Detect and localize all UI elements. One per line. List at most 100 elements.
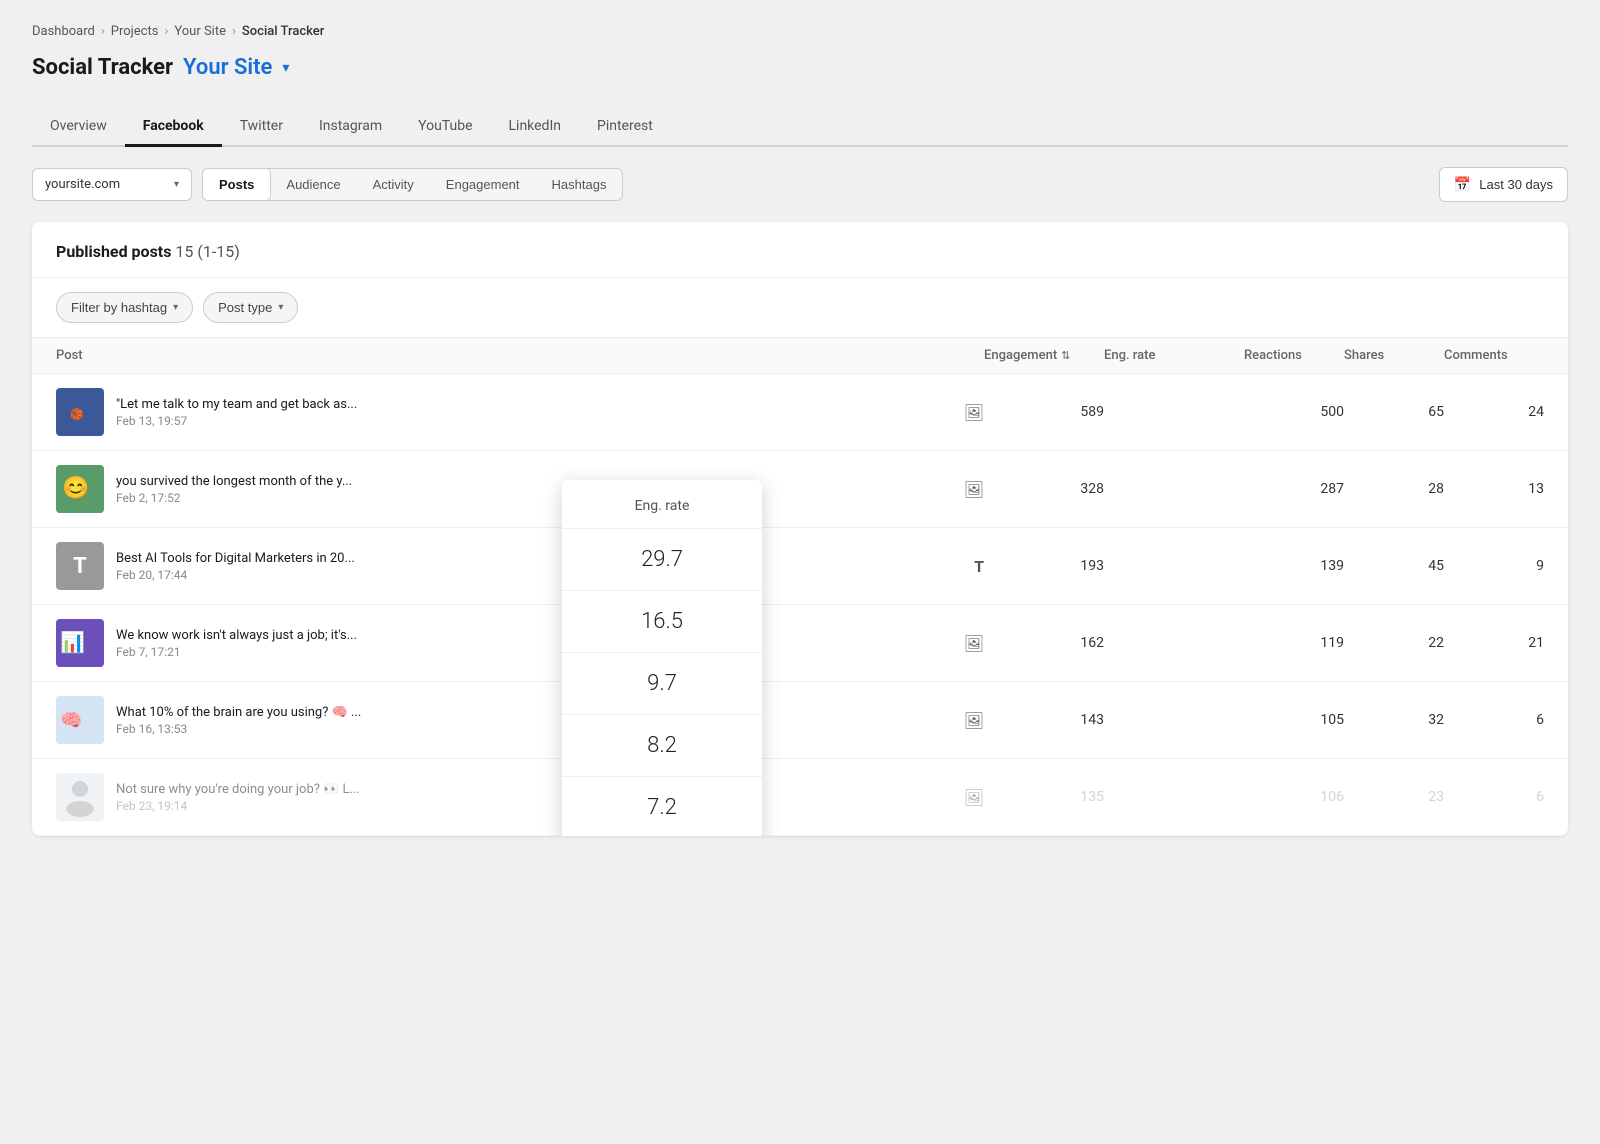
page-title: Social Tracker <box>32 55 173 80</box>
post-count: 15 (1-15) <box>175 242 239 261</box>
shares-2: 28 <box>1344 481 1444 497</box>
tab-linkedin[interactable]: LinkedIn <box>491 108 580 147</box>
reactions-6: 106 <box>1244 789 1344 805</box>
subtab-engagement[interactable]: Engagement <box>430 169 536 200</box>
toolbar: yoursite.com ▾ Posts Audience Activity E… <box>32 167 1568 202</box>
hashtag-filter-button[interactable]: Filter by hashtag ▾ <box>56 292 193 323</box>
breadcrumb-projects[interactable]: Projects <box>111 24 159 39</box>
shares-3: 45 <box>1344 558 1444 574</box>
post-date-6: Feb 23, 19:14 <box>116 799 952 813</box>
post-cell-6[interactable]: Not sure why you're doing your job? 👀 L.… <box>56 773 984 821</box>
tab-instagram[interactable]: Instagram <box>301 108 400 147</box>
hashtag-filter-label: Filter by hashtag <box>71 300 167 315</box>
post-type-icon-5: 🖼 <box>964 711 984 730</box>
breadcrumb-dashboard[interactable]: Dashboard <box>32 24 95 39</box>
tab-pinterest[interactable]: Pinterest <box>579 108 671 147</box>
post-cell-1[interactable]: 🏀 "Let me talk to my team and get back a… <box>56 388 984 436</box>
svg-text:🏀: 🏀 <box>70 407 84 422</box>
site-select-value: yoursite.com <box>45 177 166 192</box>
comments-4: 21 <box>1444 635 1544 651</box>
breadcrumb: Dashboard › Projects › Your Site › Socia… <box>32 24 1568 39</box>
subtab-activity[interactable]: Activity <box>357 169 430 200</box>
post-cell-4[interactable]: 📊 We know work isn't always just a job; … <box>56 619 984 667</box>
table-header: Post Engagement ⇅ Eng. rate Reactions Sh… <box>32 338 1568 374</box>
post-date-4: Feb 7, 17:21 <box>116 645 952 659</box>
site-select-dropdown[interactable]: yoursite.com ▾ <box>32 168 192 201</box>
post-cell-2[interactable]: 😊 you survived the longest month of the … <box>56 465 984 513</box>
post-type-filter-label: Post type <box>218 300 272 315</box>
comments-2: 13 <box>1444 481 1544 497</box>
post-type-filter-arrow-icon: ▾ <box>278 302 283 313</box>
post-title-5: What 10% of the brain are you using? 🧠 .… <box>116 705 396 720</box>
col-comments: Comments <box>1444 348 1544 363</box>
site-name-link[interactable]: Your Site <box>183 55 272 80</box>
filter-row: Filter by hashtag ▾ Post type ▾ <box>32 278 1568 338</box>
table-row: 🏀 "Let me talk to my team and get back a… <box>32 374 1568 451</box>
table-row: T Best AI Tools for Digital Marketers in… <box>32 528 1568 605</box>
post-meta-4: We know work isn't always just a job; it… <box>116 628 952 659</box>
post-thumb-1: 🏀 <box>56 388 104 436</box>
table-row: 📊 We know work isn't always just a job; … <box>32 605 1568 682</box>
main-tabs: Overview Facebook Twitter Instagram YouT… <box>32 108 1568 147</box>
col-reactions: Reactions <box>1244 348 1344 363</box>
post-title-2: you survived the longest month of the y.… <box>116 474 396 489</box>
post-title-4: We know work isn't always just a job; it… <box>116 628 396 643</box>
post-type-icon-2: 🖼 <box>964 480 984 499</box>
shares-6: 23 <box>1344 789 1444 805</box>
page-title-area: Social Tracker Your Site ▾ <box>32 55 1568 80</box>
table-row: Not sure why you're doing your job? 👀 L.… <box>32 759 1568 836</box>
tab-facebook[interactable]: Facebook <box>125 108 222 147</box>
post-date-1: Feb 13, 19:57 <box>116 414 952 428</box>
reactions-3: 139 <box>1244 558 1344 574</box>
shares-1: 65 <box>1344 404 1444 420</box>
col-engagement[interactable]: Engagement ⇅ <box>984 348 1104 363</box>
engagement-1: 589 <box>984 404 1104 420</box>
reactions-1: 500 <box>1244 404 1344 420</box>
tab-overview[interactable]: Overview <box>32 108 125 147</box>
site-chevron-icon[interactable]: ▾ <box>282 60 289 76</box>
tab-youtube[interactable]: YouTube <box>400 108 490 147</box>
date-range-button[interactable]: 📅 Last 30 days <box>1439 167 1568 202</box>
post-thumb-2: 😊 <box>56 465 104 513</box>
reactions-2: 287 <box>1244 481 1344 497</box>
svg-text:🧠: 🧠 <box>60 710 82 731</box>
comments-3: 9 <box>1444 558 1544 574</box>
post-title-6: Not sure why you're doing your job? 👀 L.… <box>116 782 396 797</box>
post-type-filter-button[interactable]: Post type ▾ <box>203 292 298 323</box>
svg-text:😊: 😊 <box>62 475 89 501</box>
post-cell-5[interactable]: 🧠 What 10% of the brain are you using? 🧠… <box>56 696 984 744</box>
col-shares: Shares <box>1344 348 1444 363</box>
post-type-icon-3: T <box>974 557 984 576</box>
breadcrumb-current: Social Tracker <box>242 24 324 39</box>
breadcrumb-sep-3: › <box>232 24 236 39</box>
date-range-label: Last 30 days <box>1479 177 1553 192</box>
tab-twitter[interactable]: Twitter <box>222 108 301 147</box>
shares-4: 22 <box>1344 635 1444 651</box>
post-meta-6: Not sure why you're doing your job? 👀 L.… <box>116 782 952 813</box>
reactions-5: 105 <box>1244 712 1344 728</box>
card-title: Published posts 15 (1-15) <box>56 242 240 261</box>
post-title-1: "Let me talk to my team and get back as.… <box>116 397 396 412</box>
subtab-hashtags[interactable]: Hashtags <box>536 169 623 200</box>
eng-rate-value-2: 9.7 <box>562 653 762 715</box>
table-row: 😊 you survived the longest month of the … <box>32 451 1568 528</box>
post-type-icon-1: 🖼 <box>964 403 984 422</box>
breadcrumb-yoursite[interactable]: Your Site <box>174 24 226 39</box>
engagement-4: 162 <box>984 635 1104 651</box>
post-date-5: Feb 16, 13:53 <box>116 722 952 736</box>
post-cell-3[interactable]: T Best AI Tools for Digital Marketers in… <box>56 542 984 590</box>
post-meta-1: "Let me talk to my team and get back as.… <box>116 397 952 428</box>
comments-6: 6 <box>1444 789 1544 805</box>
engagement-5: 143 <box>984 712 1104 728</box>
eng-rate-value-0: 29.7 <box>562 529 762 591</box>
post-type-icon-6: 🖼 <box>964 788 984 807</box>
subtab-audience[interactable]: Audience <box>270 169 356 200</box>
post-thumb-3: T <box>56 542 104 590</box>
shares-5: 32 <box>1344 712 1444 728</box>
post-date-2: Feb 2, 17:52 <box>116 491 952 505</box>
post-thumb-4: 📊 <box>56 619 104 667</box>
subtab-posts[interactable]: Posts <box>202 168 271 201</box>
engagement-6: 135 <box>984 789 1104 805</box>
post-meta-3: Best AI Tools for Digital Marketers in 2… <box>116 551 962 582</box>
comments-5: 6 <box>1444 712 1544 728</box>
